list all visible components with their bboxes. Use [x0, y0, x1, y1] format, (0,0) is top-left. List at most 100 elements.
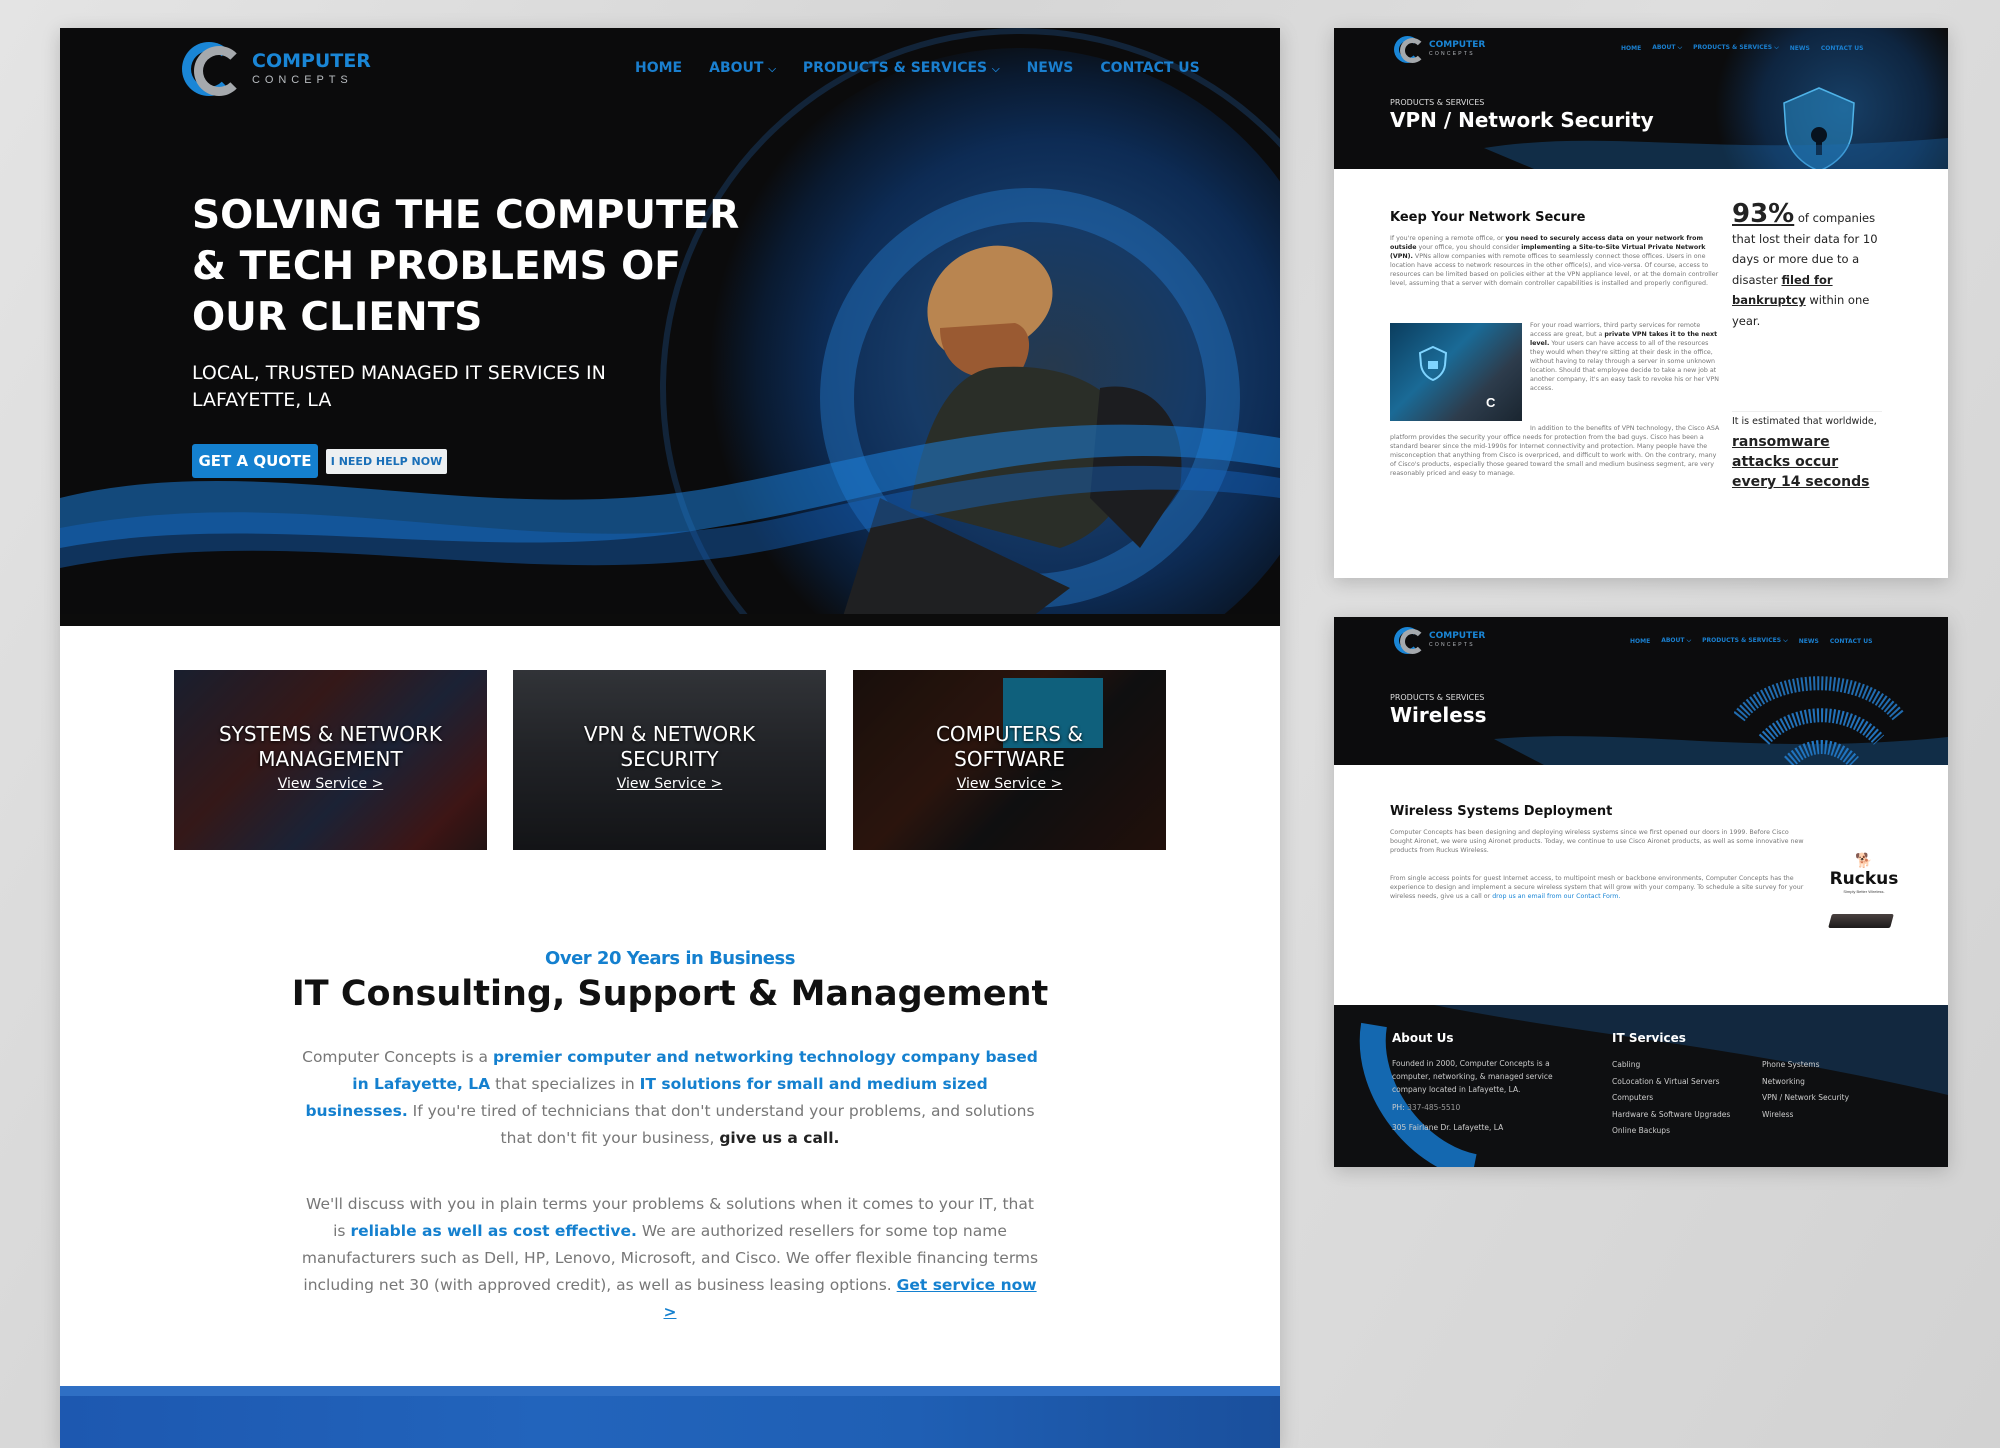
service-card-computers-software[interactable]: COMPUTERS & SOFTWARE View Service > [853, 670, 1166, 850]
footer-link[interactable]: Hardware & Software Upgrades [1612, 1107, 1730, 1124]
wireless-paragraph-1: Computer Concepts has been designing and… [1390, 829, 1804, 854]
logo[interactable]: COMPUTER CONCEPTS [1394, 34, 1485, 64]
partner-name: Ruckus [1829, 869, 1899, 889]
wireless-page-header: COMPUTER CONCEPTS HOME ABOUT ⌵ PRODUCTS … [1334, 617, 1948, 765]
nav-about-label: ABOUT [1661, 637, 1685, 644]
chevron-down-icon: ⌵ [768, 64, 776, 75]
footer-services-col2: Phone Systems Networking VPN / Network S… [1762, 1057, 1849, 1123]
dog-icon: 🐕 [1855, 852, 1873, 868]
get-a-quote-button[interactable]: GET A QUOTE [192, 444, 318, 478]
footer-link[interactable]: VPN / Network Security [1762, 1090, 1849, 1107]
footer-services-heading: IT Services [1612, 1031, 1686, 1045]
footer-services-col1: Cabling CoLocation & Virtual Servers Com… [1612, 1057, 1730, 1140]
hero-bottom-bar [60, 614, 1280, 626]
footer-link[interactable]: Phone Systems [1762, 1057, 1849, 1074]
nav-contact[interactable]: CONTACT US [1100, 60, 1199, 76]
view-service-link[interactable]: View Service > [174, 776, 487, 792]
vpn-page-mockup: COMPUTER CONCEPTS HOME ABOUT ⌵ PRODUCTS … [1334, 28, 1948, 578]
nav-home[interactable]: HOME [1621, 45, 1641, 52]
nav-about[interactable]: ABOUT ⌵ [709, 60, 776, 76]
next-section-banner [60, 1386, 1280, 1448]
section-heading: Wireless Systems Deployment [1390, 804, 1613, 819]
card-title: SYSTEMS & NETWORK MANAGEMENT [174, 722, 487, 772]
section-heading: Keep Your Network Secure [1390, 210, 1586, 225]
footer-link[interactable]: CoLocation & Virtual Servers [1612, 1074, 1730, 1091]
view-service-link[interactable]: View Service > [853, 776, 1166, 792]
logo-line1: COMPUTER [1429, 631, 1486, 641]
nav-contact[interactable]: CONTACT US [1821, 45, 1864, 52]
main-nav: HOME ABOUT ⌵ PRODUCTS & SERVICES ⌵ NEWS … [635, 58, 1200, 78]
logo[interactable]: COMPUTER CONCEPTS [182, 38, 371, 100]
text: Your users can have access to all of the… [1530, 340, 1719, 392]
text: that specializes in [490, 1075, 640, 1093]
card-title-line2: SECURITY [620, 747, 719, 771]
logo-mark-icon [182, 38, 246, 100]
text: It is estimated that worldwide, [1732, 416, 1877, 427]
nav-about-label: ABOUT [709, 60, 764, 76]
highlight-text: reliable as well as cost effective. [350, 1222, 637, 1240]
bold-text: ransomware attacks occur every 14 second… [1732, 434, 1870, 490]
view-service-link[interactable]: View Service > [513, 776, 826, 792]
chevron-down-icon: ⌵ [1686, 637, 1692, 644]
contact-form-link[interactable]: drop us an email from our Contact Form. [1492, 893, 1620, 900]
nav-products-label: PRODUCTS & SERVICES [802, 60, 988, 76]
need-help-now-button[interactable]: I NEED HELP NOW [326, 449, 447, 474]
homepage-mockup: COMPUTER CONCEPTS HOME ABOUT ⌵ PRODUCTS … [60, 28, 1280, 1448]
nav-news[interactable]: NEWS [1790, 45, 1810, 52]
footer-link[interactable]: Wireless [1762, 1107, 1849, 1124]
nav-products-services[interactable]: PRODUCTS & SERVICES ⌵ [803, 60, 1000, 76]
phone-label: PH: [1392, 1103, 1405, 1112]
logo-line2: CONCEPTS [1429, 51, 1475, 57]
nav-products-services[interactable]: PRODUCTS & SERVICES ⌵ [1702, 637, 1788, 645]
main-nav: HOME ABOUT ⌵ PRODUCTS & SERVICES ⌵ NEWS … [1621, 44, 1863, 52]
footer-link[interactable]: Online Backups [1612, 1123, 1730, 1140]
logo-line1: COMPUTER [252, 50, 371, 72]
page-title: VPN / Network Security [1390, 108, 1654, 132]
chevron-down-icon: ⌵ [1677, 44, 1683, 51]
nav-about[interactable]: ABOUT ⌵ [1652, 44, 1682, 52]
nav-news[interactable]: NEWS [1027, 60, 1074, 76]
chevron-down-icon: ⌵ [991, 64, 1000, 75]
wireless-paragraph-2: From single access points for guest Inte… [1390, 874, 1810, 901]
logo-mark-icon [1394, 625, 1426, 655]
vpn-laptop-image: C [1390, 323, 1522, 421]
text: If you're opening a remote office, or [1390, 235, 1506, 242]
ruckus-logo: 🐕 Ruckus Simply Better Wireless. [1819, 852, 1909, 894]
nav-products-services[interactable]: PRODUCTS & SERVICES ⌵ [1693, 44, 1779, 52]
about-paragraph-2: We'll discuss with you in plain terms yo… [300, 1191, 1040, 1326]
footer-phone[interactable]: PH: 337-485-5510 [1392, 1101, 1460, 1114]
chevron-down-icon: ⌵ [1774, 44, 1779, 51]
nav-news[interactable]: NEWS [1799, 638, 1819, 645]
card-title-line2: SOFTWARE [954, 747, 1065, 771]
nav-contact[interactable]: CONTACT US [1830, 638, 1873, 645]
footer-about-heading: About Us [1392, 1031, 1454, 1045]
nav-about[interactable]: ABOUT ⌵ [1661, 637, 1691, 645]
hero-subheadline: LOCAL, TRUSTED MANAGED IT SERVICES IN LA… [192, 362, 606, 411]
card-title-line1: SYSTEMS & NETWORK [218, 722, 443, 746]
about-paragraph-1: Computer Concepts is a premier computer … [300, 1044, 1040, 1152]
nav-home[interactable]: HOME [635, 60, 682, 76]
footer-link[interactable]: Cabling [1612, 1057, 1730, 1074]
vpn-paragraph-2: For your road warriors, third party serv… [1530, 321, 1720, 393]
page-title: Wireless [1390, 703, 1487, 727]
card-title-line2: MANAGEMENT [258, 747, 403, 771]
card-title: COMPUTERS & SOFTWARE [853, 722, 1166, 772]
text: your office, you should consider [1416, 244, 1522, 251]
hero-headline: SOLVING THE COMPUTER & TECH PROBLEMS OF … [192, 193, 740, 340]
phone-number: 337-485-5510 [1407, 1103, 1461, 1112]
footer-link[interactable]: Computers [1612, 1090, 1730, 1107]
section-kicker: Over 20 Years in Business [545, 948, 795, 969]
service-card-vpn-security[interactable]: VPN & NETWORK SECURITY View Service > [513, 670, 826, 850]
logo-mark-icon [1394, 34, 1426, 64]
nav-home[interactable]: HOME [1630, 638, 1650, 645]
logo[interactable]: COMPUTER CONCEPTS [1394, 625, 1485, 655]
nav-products-label: PRODUCTS & SERVICES [1693, 44, 1773, 51]
service-card-systems-network[interactable]: SYSTEMS & NETWORK MANAGEMENT View Service… [174, 670, 487, 850]
ransomware-stat: It is estimated that worldwide, ransomwar… [1732, 412, 1882, 492]
logo-line2: CONCEPTS [1429, 642, 1475, 648]
footer-link[interactable]: Networking [1762, 1074, 1849, 1091]
wireless-controller-device-image [1828, 914, 1894, 928]
wireless-page-mockup: COMPUTER CONCEPTS HOME ABOUT ⌵ PRODUCTS … [1334, 617, 1948, 1167]
footer-address: 305 Fairlane Dr. Lafayette, LA [1392, 1123, 1504, 1132]
card-title-line1: VPN & NETWORK [583, 722, 756, 746]
